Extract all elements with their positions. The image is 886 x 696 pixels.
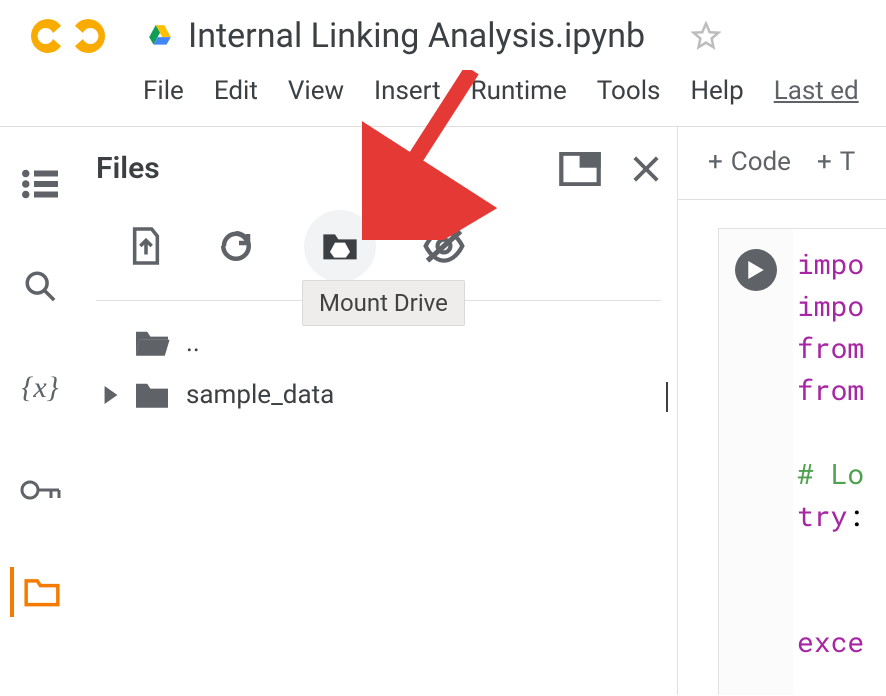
- plus-icon: +: [708, 147, 723, 177]
- colab-logo: [28, 12, 108, 60]
- left-rail: {x}: [0, 127, 80, 695]
- menu-tools[interactable]: Tools: [597, 76, 661, 106]
- add-text-button[interactable]: + T: [817, 147, 855, 177]
- parent-dir-label: ..: [186, 328, 200, 358]
- menu-help[interactable]: Help: [690, 76, 743, 106]
- document-title[interactable]: Internal Linking Analysis.ipynb: [188, 16, 645, 56]
- menu-insert[interactable]: Insert: [374, 76, 441, 106]
- mount-drive-button[interactable]: [304, 210, 376, 282]
- notebook-area: + Code + T impo impo from from # Lo try:…: [678, 127, 886, 695]
- mount-drive-tooltip: Mount Drive: [302, 280, 465, 326]
- secrets-icon[interactable]: [10, 465, 70, 515]
- files-panel: Files: [80, 127, 678, 695]
- add-code-button[interactable]: + Code: [708, 147, 791, 177]
- menu-last-edit[interactable]: Last ed: [774, 76, 859, 106]
- folder-icon: [132, 379, 172, 411]
- toc-icon[interactable]: [10, 159, 70, 209]
- folder-open-icon: [132, 327, 172, 359]
- close-icon[interactable]: [631, 154, 661, 184]
- sample-data-label: sample_data: [186, 380, 334, 410]
- menu-edit[interactable]: Edit: [214, 76, 258, 106]
- code-editor[interactable]: impo impo from from # Lo try: exce: [793, 229, 886, 695]
- menu-file[interactable]: File: [143, 76, 184, 106]
- star-icon[interactable]: [691, 21, 721, 51]
- files-icon[interactable]: [10, 567, 70, 617]
- variables-icon[interactable]: {x}: [10, 363, 70, 413]
- menu-view[interactable]: View: [288, 76, 344, 106]
- add-code-label: Code: [731, 147, 791, 177]
- add-text-label: T: [840, 147, 856, 177]
- plus-icon: +: [817, 147, 832, 177]
- expand-icon[interactable]: [104, 386, 124, 404]
- code-cell[interactable]: impo impo from from # Lo try: exce: [718, 228, 886, 695]
- menu-bar: File Edit View Insert Runtime Tools Help…: [0, 60, 886, 126]
- refresh-icon[interactable]: [214, 224, 258, 268]
- drive-icon: [146, 23, 174, 49]
- menu-runtime[interactable]: Runtime: [471, 76, 567, 106]
- run-cell-button[interactable]: [735, 249, 777, 291]
- sample-data-row[interactable]: sample_data: [96, 369, 661, 421]
- text-cursor: [666, 382, 668, 412]
- upload-icon[interactable]: [124, 224, 168, 268]
- search-icon[interactable]: [10, 261, 70, 311]
- new-tab-icon[interactable]: [559, 152, 601, 186]
- hidden-files-icon[interactable]: [422, 224, 466, 268]
- files-panel-title: Files: [96, 151, 160, 186]
